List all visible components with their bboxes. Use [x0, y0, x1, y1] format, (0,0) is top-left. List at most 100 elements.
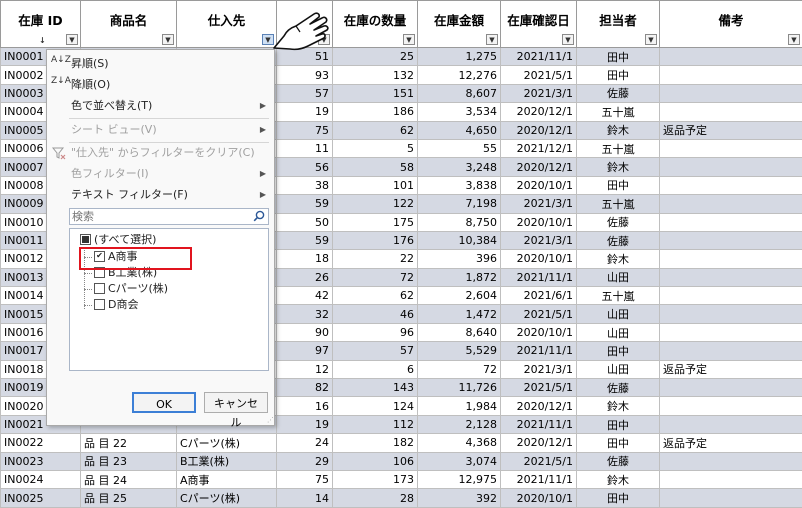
- table-cell[interactable]: 2021/3/1: [501, 195, 577, 213]
- table-cell[interactable]: [660, 84, 802, 102]
- table-cell[interactable]: 124: [333, 397, 418, 415]
- table-cell[interactable]: 2020/10/1: [501, 176, 577, 194]
- table-cell[interactable]: 山田: [577, 323, 660, 341]
- table-cell[interactable]: 佐藤: [577, 379, 660, 397]
- table-cell[interactable]: 2020/10/1: [501, 489, 577, 507]
- filter-dropdown-button[interactable]: ▼: [562, 34, 574, 45]
- table-cell[interactable]: 28: [333, 489, 418, 507]
- table-cell[interactable]: 4,368: [418, 434, 501, 452]
- table-cell[interactable]: [660, 66, 802, 84]
- table-cell[interactable]: 田中: [577, 66, 660, 84]
- table-cell[interactable]: [660, 103, 802, 121]
- table-cell[interactable]: 山田: [577, 305, 660, 323]
- filter-dropdown-button[interactable]: ▼: [486, 34, 498, 45]
- table-cell[interactable]: 1,472: [418, 305, 501, 323]
- table-cell[interactable]: 2021/3/1: [501, 231, 577, 249]
- table-cell[interactable]: [660, 268, 802, 286]
- table-cell[interactable]: 42: [277, 287, 333, 305]
- table-cell[interactable]: 173: [333, 470, 418, 488]
- table-cell[interactable]: 田中: [577, 415, 660, 433]
- table-cell[interactable]: 田中: [577, 434, 660, 452]
- table-cell[interactable]: 5: [333, 139, 418, 157]
- filter-item[interactable]: Cパーツ(株): [94, 281, 168, 296]
- table-cell[interactable]: 田中: [577, 342, 660, 360]
- menu-item-sort-descending[interactable]: Z↓A 降順(O): [47, 75, 272, 95]
- table-cell[interactable]: 田中: [577, 176, 660, 194]
- table-cell[interactable]: 122: [333, 195, 418, 213]
- table-cell[interactable]: 5,529: [418, 342, 501, 360]
- filter-dropdown-button[interactable]: ▼: [66, 34, 78, 45]
- table-cell[interactable]: B工業(株): [177, 452, 277, 470]
- menu-item-sort-ascending[interactable]: A↓Z 昇順(S): [47, 54, 272, 74]
- table-cell[interactable]: 55: [418, 139, 501, 157]
- table-cell[interactable]: 鈴木: [577, 121, 660, 139]
- table-cell[interactable]: 2021/3/1: [501, 360, 577, 378]
- table-cell[interactable]: [660, 415, 802, 433]
- filter-dropdown-button[interactable]: ▼: [645, 34, 657, 45]
- table-cell[interactable]: 32: [277, 305, 333, 323]
- table-cell[interactable]: 58: [333, 158, 418, 176]
- table-cell[interactable]: 鈴木: [577, 158, 660, 176]
- select-all-checkbox[interactable]: [80, 234, 91, 245]
- table-cell[interactable]: [660, 139, 802, 157]
- table-cell[interactable]: 26: [277, 268, 333, 286]
- table-cell[interactable]: 鈴木: [577, 397, 660, 415]
- table-cell[interactable]: 11,726: [418, 379, 501, 397]
- table-cell[interactable]: 57: [333, 342, 418, 360]
- table-cell[interactable]: 7,198: [418, 195, 501, 213]
- table-cell[interactable]: 2020/12/1: [501, 158, 577, 176]
- table-cell[interactable]: [660, 489, 802, 507]
- table-cell[interactable]: 2,604: [418, 287, 501, 305]
- table-cell[interactable]: Cパーツ(株): [177, 489, 277, 507]
- table-cell[interactable]: IN0022: [1, 434, 81, 452]
- table-cell[interactable]: 品 目 24: [81, 470, 177, 488]
- table-cell[interactable]: 6: [333, 360, 418, 378]
- table-cell[interactable]: 五十嵐: [577, 139, 660, 157]
- filter-checkbox[interactable]: [94, 299, 105, 310]
- table-cell[interactable]: 8,750: [418, 213, 501, 231]
- table-cell[interactable]: 12,276: [418, 66, 501, 84]
- table-cell[interactable]: 2021/3/1: [501, 84, 577, 102]
- table-cell[interactable]: 46: [333, 305, 418, 323]
- table-cell[interactable]: 59: [277, 195, 333, 213]
- filter-dropdown-button[interactable]: ▼: [162, 34, 174, 45]
- table-cell[interactable]: 2020/10/1: [501, 213, 577, 231]
- table-cell[interactable]: 182: [333, 434, 418, 452]
- table-cell[interactable]: 2020/12/1: [501, 103, 577, 121]
- table-cell[interactable]: 佐藤: [577, 84, 660, 102]
- table-cell[interactable]: 2021/5/1: [501, 379, 577, 397]
- filter-checkbox[interactable]: [94, 283, 105, 294]
- menu-item-text-filter[interactable]: テキスト フィルター(F) ▶: [47, 185, 272, 205]
- cancel-button[interactable]: キャンセル: [204, 392, 268, 413]
- table-cell[interactable]: 品 目 25: [81, 489, 177, 507]
- table-cell[interactable]: 18: [277, 250, 333, 268]
- table-cell[interactable]: 19: [277, 415, 333, 433]
- table-cell[interactable]: 57: [277, 84, 333, 102]
- table-cell[interactable]: 鈴木: [577, 250, 660, 268]
- table-cell[interactable]: 97: [277, 342, 333, 360]
- table-cell[interactable]: 返品予定: [660, 434, 802, 452]
- table-cell[interactable]: 五十嵐: [577, 103, 660, 121]
- filter-item-select-all[interactable]: (すべて選択): [80, 232, 156, 247]
- table-cell[interactable]: IN0023: [1, 452, 81, 470]
- table-cell[interactable]: 72: [333, 268, 418, 286]
- table-cell[interactable]: 2021/11/1: [501, 470, 577, 488]
- table-cell[interactable]: 3,074: [418, 452, 501, 470]
- table-cell[interactable]: 1,872: [418, 268, 501, 286]
- table-cell[interactable]: 62: [333, 121, 418, 139]
- table-cell[interactable]: [660, 397, 802, 415]
- table-cell[interactable]: 鈴木: [577, 470, 660, 488]
- table-cell[interactable]: 2021/11/1: [501, 48, 577, 66]
- table-cell[interactable]: 24: [277, 434, 333, 452]
- table-cell[interactable]: 25: [333, 48, 418, 66]
- table-cell[interactable]: 72: [418, 360, 501, 378]
- table-cell[interactable]: [660, 323, 802, 341]
- table-cell[interactable]: [660, 213, 802, 231]
- table-cell[interactable]: [660, 452, 802, 470]
- table-cell[interactable]: IN0025: [1, 489, 81, 507]
- table-cell[interactable]: 14: [277, 489, 333, 507]
- table-cell[interactable]: 19: [277, 103, 333, 121]
- table-cell[interactable]: Cパーツ(株): [177, 434, 277, 452]
- table-cell[interactable]: 90: [277, 323, 333, 341]
- table-cell[interactable]: 3,248: [418, 158, 501, 176]
